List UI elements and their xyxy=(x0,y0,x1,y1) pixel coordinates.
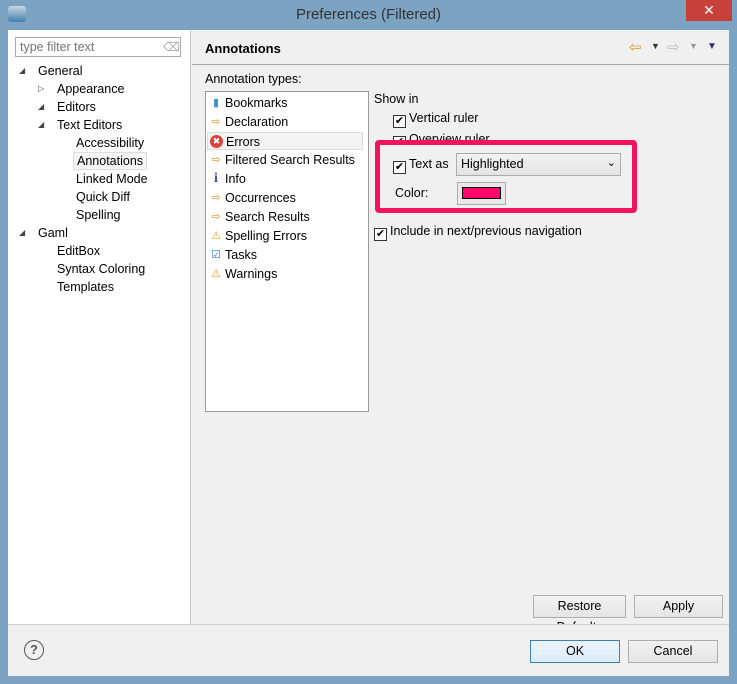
view-menu-icon[interactable]: ▼ xyxy=(707,41,717,52)
tree-item-label: Templates xyxy=(57,280,114,294)
include-navigation-checkbox[interactable]: ✔ Include in next/previous navigation xyxy=(374,224,582,241)
filter-input[interactable] xyxy=(15,37,181,57)
tree-item-label: Annotations xyxy=(77,154,144,168)
tree-item[interactable]: ◢ Text Editors xyxy=(38,116,125,134)
tree-item[interactable]: Syntax Coloring xyxy=(54,260,148,278)
tree-item-label: EditBox xyxy=(57,244,101,258)
highlight-box xyxy=(375,140,637,213)
cancel-button[interactable]: Cancel xyxy=(628,640,718,663)
tree-item[interactable]: ▷ Appearance xyxy=(38,80,127,98)
collapse-icon[interactable]: ◢ xyxy=(19,62,25,80)
close-button[interactable]: ✕ xyxy=(686,0,732,21)
list-item-label: Search Results xyxy=(225,210,310,224)
collapse-icon[interactable]: ◢ xyxy=(38,98,44,116)
arrow-icon: ⇨ xyxy=(211,154,221,166)
list-item[interactable]: ⚠ Spelling Errors xyxy=(207,227,363,245)
list-item[interactable]: ⇨ Occurrences xyxy=(207,189,363,207)
button-bar xyxy=(8,624,729,676)
clear-filter-icon[interactable]: ⌫ xyxy=(163,40,180,54)
list-item[interactable]: i Info xyxy=(207,170,363,188)
apply-button[interactable]: Apply xyxy=(634,595,723,618)
list-item[interactable]: ⇨ Declaration xyxy=(207,113,363,131)
expand-icon[interactable]: ▷ xyxy=(38,80,44,98)
list-item-label: Occurrences xyxy=(225,191,296,205)
checkbox[interactable]: ✔ xyxy=(374,228,387,241)
arrow-icon: ⇨ xyxy=(211,116,221,128)
list-item-label: Errors xyxy=(226,135,261,149)
tree-item-label: Editors xyxy=(57,100,96,114)
include-navigation-label: Include in next/previous navigation xyxy=(390,224,582,238)
collapse-icon[interactable]: ◢ xyxy=(38,116,44,134)
collapse-icon[interactable]: ◢ xyxy=(19,224,25,242)
bookmark-icon: ▮ xyxy=(212,97,220,109)
list-item[interactable]: ⇨ Search Results xyxy=(207,208,363,226)
tree-item[interactable]: Templates xyxy=(54,278,117,296)
show-in-label: Show in xyxy=(374,92,419,106)
list-item-label: Info xyxy=(225,172,246,186)
vertical-ruler-checkbox[interactable]: ✔ Vertical ruler xyxy=(393,111,478,128)
list-item-label: Tasks xyxy=(225,248,257,262)
tasks-icon: ☑ xyxy=(211,249,221,261)
tree-item[interactable]: Accessibility xyxy=(73,134,147,152)
help-button[interactable]: ? xyxy=(24,640,44,660)
tree-item[interactable]: ◢ Gaml xyxy=(19,224,71,242)
list-item-label: Filtered Search Results xyxy=(225,153,355,167)
back-icon[interactable]: ⇦ xyxy=(629,38,642,56)
tree-item-label: General xyxy=(38,64,83,78)
tree-item-label: Text Editors xyxy=(57,118,123,132)
page-title: Annotations xyxy=(205,41,281,56)
warning-icon: ⚠ xyxy=(211,268,221,280)
tree-item-label: Quick Diff xyxy=(76,190,130,204)
annotation-types-list[interactable]: ▮ Bookmarks ⇨ Declaration ✖ Errors ⇨ Filtered S… xyxy=(205,91,369,412)
forward-icon[interactable]: ⇨ xyxy=(667,38,680,56)
tree-item[interactable]: ◢ General xyxy=(19,62,85,80)
back-menu-chevron-icon[interactable]: ▼ xyxy=(651,41,660,51)
list-item[interactable]: ▮ Bookmarks xyxy=(207,94,363,112)
list-item-label: Warnings xyxy=(225,267,278,281)
tree-item-label: Linked Mode xyxy=(76,172,148,186)
warning-icon: ⚠ xyxy=(211,230,221,242)
tree-item-label: Gaml xyxy=(38,226,68,240)
arrow-icon: ⇨ xyxy=(211,192,221,204)
ok-button[interactable]: OK xyxy=(530,640,620,663)
tree-item[interactable]: Quick Diff xyxy=(73,188,133,206)
window-title: Preferences (Filtered) xyxy=(295,6,442,23)
tree-item-label: Accessibility xyxy=(76,136,145,150)
list-item-label: Declaration xyxy=(225,115,289,129)
tree-item[interactable]: Annotations xyxy=(73,152,148,170)
tree-item-label: Spelling xyxy=(76,208,121,222)
annotation-types-label: Annotation types: xyxy=(205,72,302,86)
arrow-icon: ⇨ xyxy=(211,211,221,223)
list-item-label: Bookmarks xyxy=(225,96,288,110)
list-item-label: Spelling Errors xyxy=(225,229,307,243)
tree-item-label: Syntax Coloring xyxy=(57,262,146,276)
tree-item-label: Appearance xyxy=(57,82,125,96)
tree-item[interactable]: Spelling xyxy=(73,206,123,224)
tree-item[interactable]: EditBox xyxy=(54,242,103,260)
list-item[interactable]: ☑ Tasks xyxy=(207,246,363,264)
tree-item[interactable]: Linked Mode xyxy=(73,170,151,188)
error-icon: ✖ xyxy=(210,135,223,148)
list-item[interactable]: ✖ Errors xyxy=(207,132,363,150)
vertical-ruler-label: Vertical ruler xyxy=(409,111,479,125)
info-icon: i xyxy=(214,171,218,186)
list-item[interactable]: ⚠ Warnings xyxy=(207,265,363,283)
forward-menu-chevron-icon[interactable]: ▼ xyxy=(689,41,698,51)
list-item[interactable]: ⇨ Filtered Search Results xyxy=(207,151,363,169)
tree-item[interactable]: ◢ Editors xyxy=(38,98,99,116)
checkbox[interactable]: ✔ xyxy=(393,115,406,128)
restore-defaults-button[interactable]: Restore Defaults xyxy=(533,595,626,634)
